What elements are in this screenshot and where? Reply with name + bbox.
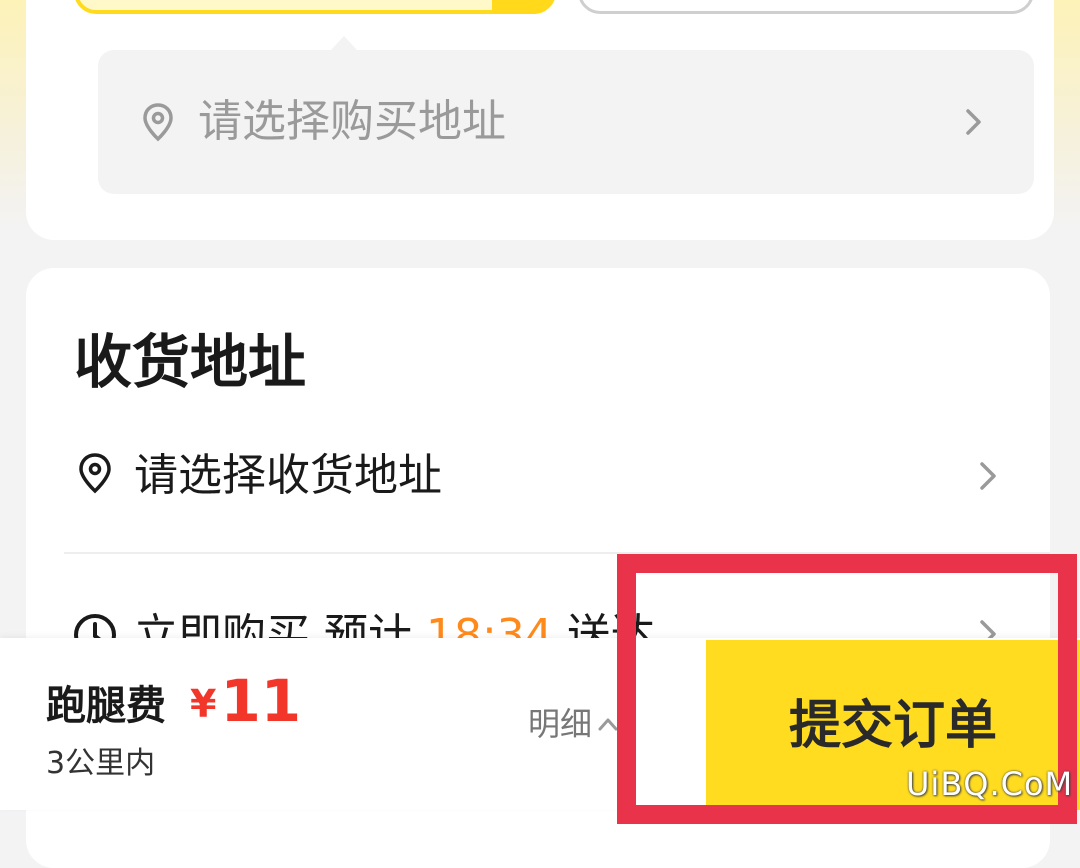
purchase-card: 请选择购买地址 bbox=[26, 0, 1054, 240]
fee-amount: 11 bbox=[220, 667, 302, 735]
location-pin-icon bbox=[79, 453, 111, 494]
purchase-address-placeholder: 请选择购买地址 bbox=[198, 96, 506, 147]
chevron-right-icon bbox=[980, 462, 996, 490]
delivery-address-row[interactable]: 请选择收货地址 bbox=[26, 438, 1050, 518]
distance-note: 3公里内 bbox=[46, 746, 156, 781]
buy-mode-field-active[interactable] bbox=[74, 0, 556, 14]
section-title: 收货地址 bbox=[74, 328, 307, 396]
watermark: UiBQ.CoM bbox=[906, 765, 1074, 803]
chevron-right-icon bbox=[966, 109, 981, 135]
background-glow-left bbox=[0, 0, 26, 230]
errand-fee-label: 跑腿费 bbox=[46, 683, 166, 729]
purchase-address-row[interactable]: 请选择购买地址 bbox=[98, 50, 1034, 194]
chevron-up-icon bbox=[598, 718, 618, 731]
pointer-notch bbox=[331, 36, 357, 50]
buy-mode-knob bbox=[492, 0, 552, 14]
currency-symbol: ¥ bbox=[190, 682, 217, 726]
background-glow-right bbox=[1054, 0, 1080, 230]
buy-mode-field[interactable] bbox=[578, 0, 1034, 14]
submit-order-label: 提交订单 bbox=[788, 697, 997, 755]
errand-fee-price: ¥11 bbox=[190, 666, 301, 751]
fee-detail-button[interactable]: 明细 bbox=[528, 702, 592, 746]
location-pin-icon bbox=[143, 103, 173, 142]
divider bbox=[64, 552, 1050, 554]
delivery-address-placeholder: 请选择收货地址 bbox=[134, 450, 442, 501]
